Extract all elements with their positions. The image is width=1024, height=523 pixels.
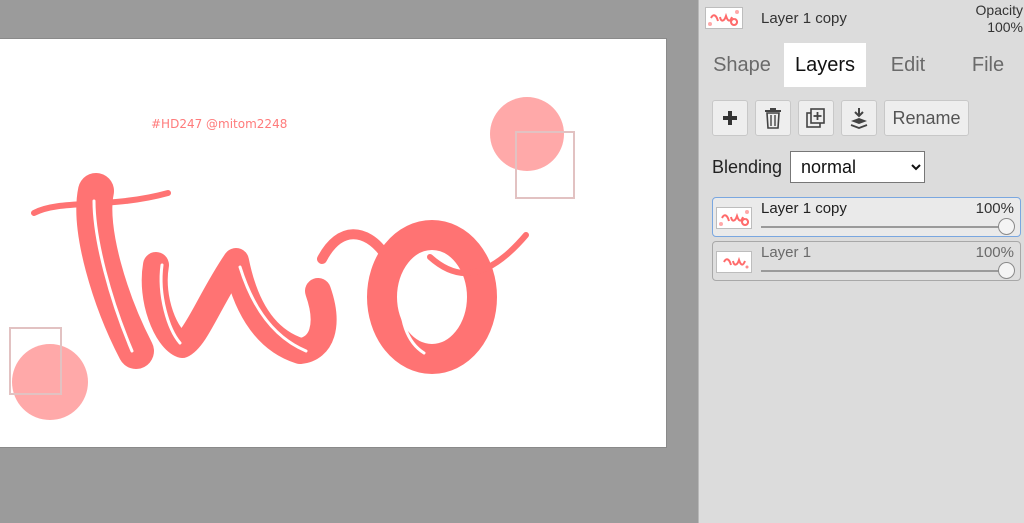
tab-file[interactable]: File [951,43,1024,87]
rename-button[interactable]: Rename [884,100,969,136]
artwork: #HD247 @mitom2248 [9,97,575,420]
blending-select[interactable]: normal [790,151,925,183]
layer-row[interactable]: Layer 1 100% [712,241,1021,281]
current-layer-name: Layer 1 copy [761,10,847,27]
layer-opacity-slider-thumb[interactable] [997,262,1015,279]
opacity-value: 100% [987,19,1023,35]
side-panel: Layer 1 copy Opacity 100% Shape Layers E… [698,0,1024,523]
layer-thumbnail [716,207,752,229]
merge-down-button[interactable] [841,100,877,136]
plus-icon [723,111,737,125]
layer-thumbnail [716,251,752,273]
duplicate-layer-button[interactable] [798,100,834,136]
layer-name: Layer 1 [761,244,812,261]
canvas-workspace[interactable]: #HD247 @mitom2248 [0,0,698,523]
layer-row[interactable]: Layer 1 copy 100% [712,197,1021,237]
decor-circle-top [490,97,564,171]
current-layer-thumbnail [705,7,743,29]
layer-name: Layer 1 copy [761,200,847,217]
layer-opacity-value: 100% [975,200,1014,217]
add-layer-button[interactable] [712,100,748,136]
duplicate-icon [806,108,825,128]
layer-opacity-slider-thumb[interactable] [997,218,1015,235]
drawing-canvas[interactable]: #HD247 @mitom2248 [0,39,666,447]
decor-circle-bottom [12,344,88,420]
merge-down-icon [850,108,868,129]
layer-opacity-slider[interactable] [761,226,1006,228]
delete-layer-button[interactable] [755,100,791,136]
trash-icon [765,108,781,129]
panel-tabs: Shape Layers Edit File [699,43,1024,87]
tab-edit[interactable]: Edit [869,43,947,87]
layer-opacity-value: 100% [975,244,1014,261]
tab-shape[interactable]: Shape [703,43,781,87]
opacity-label: Opacity [975,2,1023,18]
opacity-readout: Opacity 100% [976,2,1023,36]
watermark-text: #HD247 @mitom2248 [151,117,287,131]
blending-label: Blending [712,157,783,177]
current-layer-header: Layer 1 copy Opacity 100% [699,0,1024,40]
layer-opacity-slider[interactable] [761,270,1006,272]
tab-layers[interactable]: Layers [784,43,866,87]
